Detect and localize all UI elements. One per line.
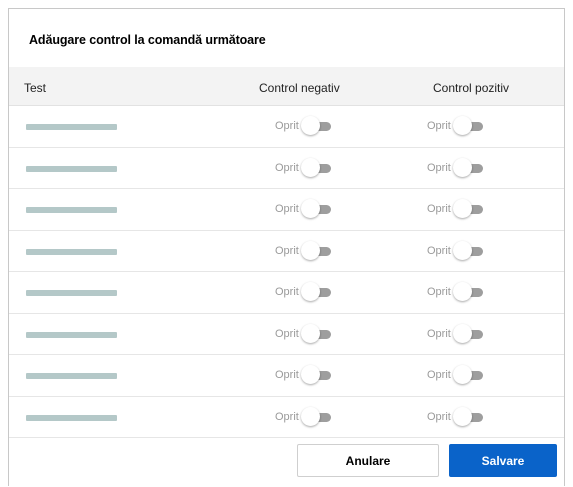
save-button[interactable]: Salvare: [449, 444, 557, 477]
negative-control-toggle[interactable]: Oprit: [275, 199, 333, 219]
toggle-switch[interactable]: [300, 365, 333, 385]
table-row: Oprit Oprit: [9, 231, 564, 272]
dialog-title: Adăugare control la comandă următoare: [29, 33, 266, 47]
test-name-placeholder: [26, 124, 117, 130]
toggle-state-label: Oprit: [427, 286, 451, 298]
column-header-positive-control: Control pozitiv: [433, 81, 510, 95]
negative-control-toggle[interactable]: Oprit: [275, 116, 333, 136]
positive-control-toggle[interactable]: Oprit: [427, 116, 485, 136]
negative-control-toggle[interactable]: Oprit: [275, 365, 333, 385]
positive-control-toggle[interactable]: Oprit: [427, 157, 485, 178]
toggle-state-label: Oprit: [275, 161, 299, 174]
negative-control-toggle[interactable]: Oprit: [275, 406, 333, 427]
toggle-switch[interactable]: [300, 406, 333, 427]
table-row: Oprit Oprit: [9, 355, 564, 397]
column-header-test: Test: [24, 81, 47, 95]
column-header-negative-control: Control negativ: [259, 81, 340, 95]
toggle-switch[interactable]: [452, 282, 485, 302]
table-row: Oprit Oprit: [9, 189, 564, 231]
toggle-state-label: Oprit: [427, 120, 451, 132]
test-name-placeholder: [26, 414, 117, 421]
test-name-placeholder: [26, 165, 117, 172]
toggle-state-label: Oprit: [427, 244, 451, 257]
toggle-switch[interactable]: [300, 157, 333, 178]
table-header: Test Control negativ Control pozitiv: [9, 67, 564, 106]
test-name-placeholder: [26, 290, 117, 296]
toggle-state-label: Oprit: [275, 203, 299, 215]
toggle-state-label: Oprit: [427, 410, 451, 423]
positive-control-toggle[interactable]: Oprit: [427, 282, 485, 302]
test-name-placeholder: [26, 207, 117, 213]
toggle-switch[interactable]: [300, 323, 333, 344]
negative-control-toggle[interactable]: Oprit: [275, 157, 333, 178]
positive-control-toggle[interactable]: Oprit: [427, 240, 485, 261]
table-row: Oprit Oprit: [9, 148, 564, 189]
toggle-state-label: Oprit: [275, 286, 299, 298]
toggle-state-label: Oprit: [275, 120, 299, 132]
test-name-placeholder: [26, 248, 117, 255]
table-body: Oprit Oprit Oprit Oprit Oprit Oprit Opri…: [9, 106, 564, 438]
toggle-switch[interactable]: [452, 365, 485, 385]
toggle-switch[interactable]: [452, 157, 485, 178]
positive-control-toggle[interactable]: Oprit: [427, 365, 485, 385]
toggle-state-label: Oprit: [275, 410, 299, 423]
dialog-footer: Anulare Salvare: [9, 439, 564, 487]
toggle-switch[interactable]: [300, 116, 333, 136]
positive-control-toggle[interactable]: Oprit: [427, 199, 485, 219]
negative-control-toggle[interactable]: Oprit: [275, 323, 333, 344]
negative-control-toggle[interactable]: Oprit: [275, 282, 333, 302]
toggle-switch[interactable]: [300, 240, 333, 261]
table-row: Oprit Oprit: [9, 314, 564, 355]
table-row: Oprit Oprit: [9, 397, 564, 438]
toggle-state-label: Oprit: [275, 369, 299, 381]
toggle-switch[interactable]: [300, 199, 333, 219]
positive-control-toggle[interactable]: Oprit: [427, 323, 485, 344]
toggle-switch[interactable]: [452, 199, 485, 219]
toggle-switch[interactable]: [452, 406, 485, 427]
toggle-state-label: Oprit: [275, 327, 299, 340]
toggle-switch[interactable]: [300, 282, 333, 302]
toggle-state-label: Oprit: [427, 203, 451, 215]
add-control-dialog: Adăugare control la comandă următoare Te…: [8, 8, 565, 486]
test-name-placeholder: [26, 331, 117, 338]
cancel-button[interactable]: Anulare: [297, 444, 439, 477]
table-row: Oprit Oprit: [9, 106, 564, 148]
toggle-state-label: Oprit: [427, 369, 451, 381]
table-row: Oprit Oprit: [9, 272, 564, 314]
toggle-state-label: Oprit: [275, 244, 299, 257]
toggle-switch[interactable]: [452, 323, 485, 344]
toggle-state-label: Oprit: [427, 161, 451, 174]
toggle-switch[interactable]: [452, 116, 485, 136]
negative-control-toggle[interactable]: Oprit: [275, 240, 333, 261]
toggle-state-label: Oprit: [427, 327, 451, 340]
positive-control-toggle[interactable]: Oprit: [427, 406, 485, 427]
test-name-placeholder: [26, 373, 117, 379]
toggle-switch[interactable]: [452, 240, 485, 261]
